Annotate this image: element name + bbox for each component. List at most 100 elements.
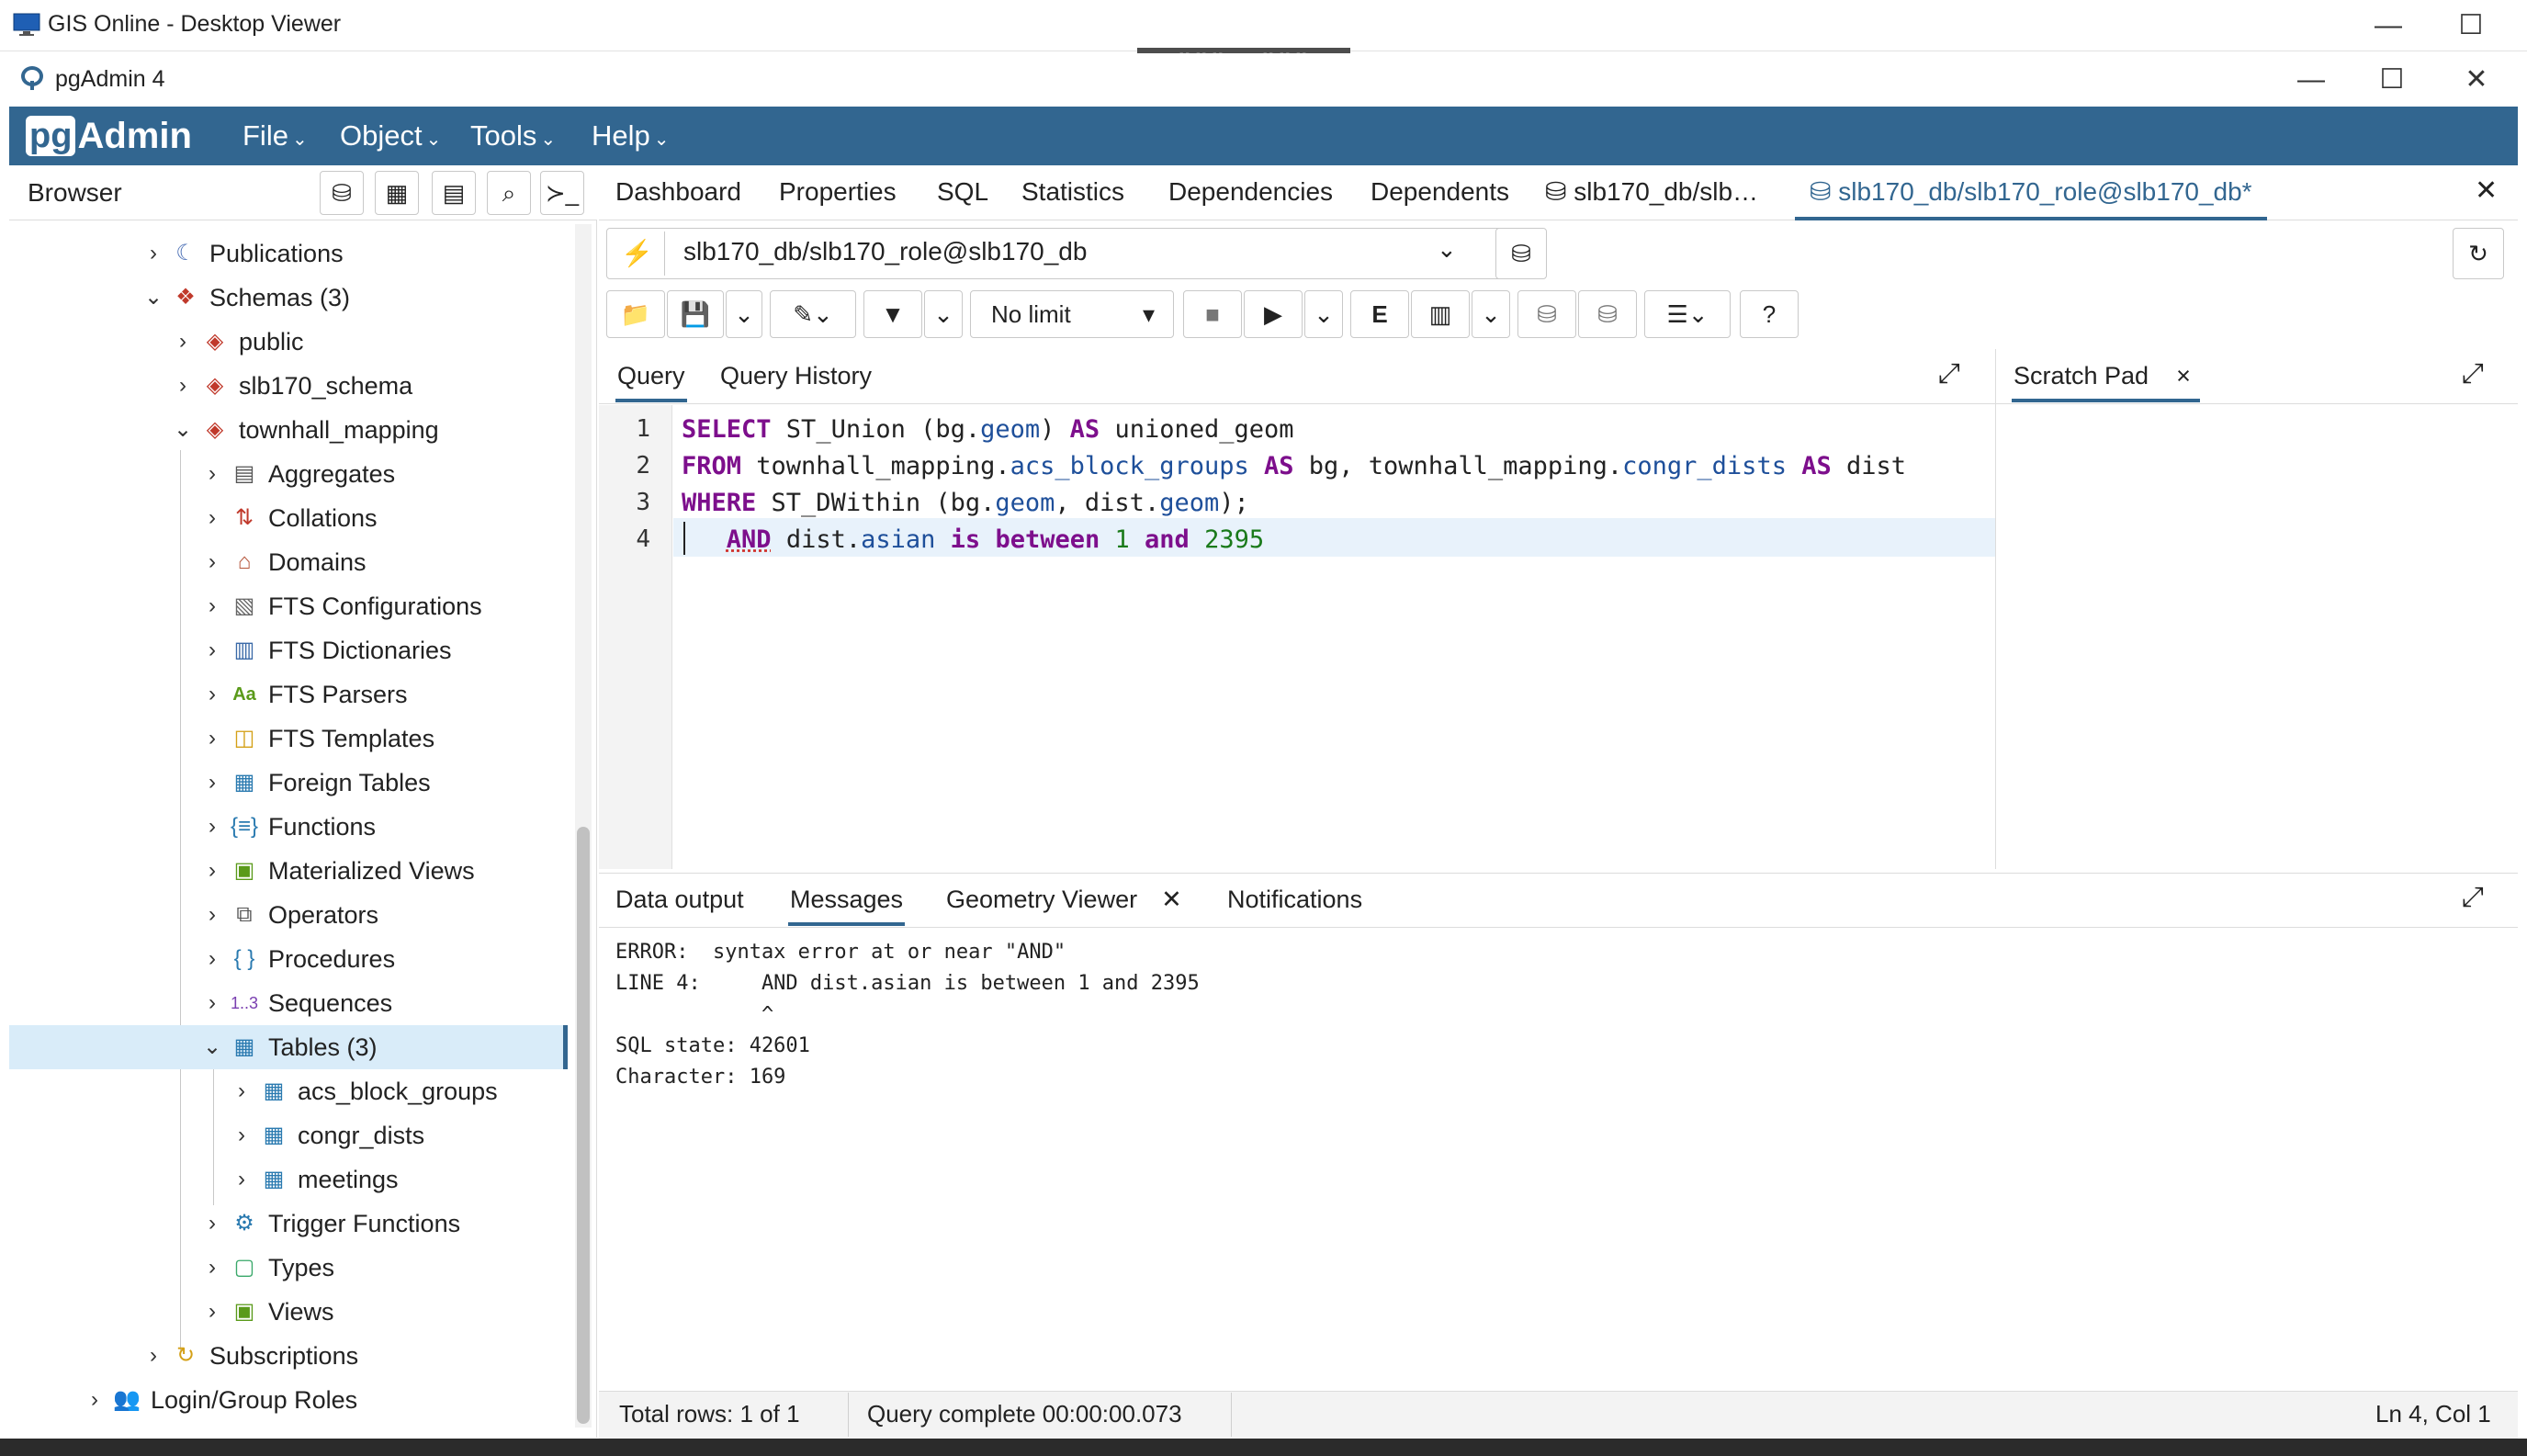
tab-properties[interactable]: Properties [779,165,897,220]
tree-item-login-group-roles[interactable]: › 👥 Login/Group Roles [79,1378,570,1422]
search-icon[interactable]: ⌕ [487,171,531,215]
tab-data-output[interactable]: Data output [615,876,744,926]
tab-statistics[interactable]: Statistics [1021,165,1124,220]
table-filter-icon[interactable]: ▤ [432,171,476,215]
tree-item-acs-block-groups[interactable]: › ▦ acs_block_groups [226,1069,570,1113]
browser-scrollbar-thumb[interactable] [577,827,590,1424]
tab-geometry-viewer[interactable]: Geometry Viewer ✕ [946,876,1182,926]
tree-item-foreign-tables[interactable]: › ▦ Foreign Tables [197,761,570,805]
tab-messages[interactable]: Messages [788,876,906,926]
help-icon[interactable]: ? [1740,290,1799,338]
tree-item-procedures[interactable]: ›{ } Procedures [197,937,570,981]
pgadmin-close-button[interactable]: ✕ [2440,53,2513,107]
close-tab-icon[interactable]: ✕ [2475,175,2498,207]
new-connection-icon[interactable]: ⛁ [1495,228,1547,279]
tree-item-schemas[interactable]: ⌄ ❖ Schemas (3) [138,276,570,320]
pgadmin-minimize-button[interactable]: — [2274,53,2348,107]
tree-item-fts-templates[interactable]: › ◫ FTS Templates [197,717,570,761]
tree-item-functions[interactable]: › {≡} Functions [197,805,570,849]
pgadmin-maximize-button[interactable]: ☐ [2355,53,2429,107]
connection-status-icon[interactable]: ⚡ [610,231,665,276]
save-icon[interactable]: 💾 [667,290,724,338]
tree-guide-line [180,450,181,1350]
tree-item-views[interactable]: › ▣ Views [197,1290,570,1334]
tab-dependencies[interactable]: Dependencies [1168,165,1333,220]
tree-item-fts-parsers[interactable]: › Aa FTS Parsers [197,672,570,717]
tables-icon: ▦ [233,1034,255,1059]
tree-item-operators[interactable]: › ⧉ Operators [197,893,570,937]
table-icon: ▦ [263,1167,285,1191]
tree-item-congr-dists[interactable]: › ▦ congr_dists [226,1113,570,1157]
row-limit-select[interactable]: No limit ▾ [970,290,1174,338]
macros-icon[interactable]: ☰⌄ [1644,290,1731,338]
scratch-pad-panel[interactable] [1995,349,2518,869]
tree-item-fts-dictionaries[interactable]: › ▥ FTS Dictionaries [197,628,570,672]
tree-item-aggregates[interactable]: › ▤ Aggregates [197,452,570,496]
tree-item-publications[interactable]: › ☾ Publications [138,231,570,276]
tree-item-materialized-views[interactable]: › ▣ Materialized Views [197,849,570,893]
chevron-down-icon[interactable]: ⌄ [1304,290,1343,338]
menu-object[interactable]: Object ⌄ [340,118,441,154]
tree-item-fts-configurations[interactable]: › ▧ FTS Configurations [197,584,570,628]
tree-item-sequences[interactable]: › 1..3 Sequences [197,981,570,1025]
tree-item-collations[interactable]: › ⇅ Collations [197,496,570,540]
close-icon[interactable]: × [2176,362,2191,389]
tree-item-subscriptions[interactable]: › ↻ Subscriptions [138,1334,570,1378]
line-number: 1 [636,415,650,443]
elephant-icon [21,66,43,90]
chevron-down-icon[interactable]: ⌄ [726,290,762,338]
table-grid-icon[interactable]: ▦ [375,171,419,215]
message-line: ^ [615,1003,774,1026]
tab-query-tool-1[interactable]: ⛁ slb170_db/slb… [1545,165,1758,220]
expand-icon[interactable]: ⤢ [2462,358,2484,389]
explain-analyze-icon[interactable]: ▥ [1411,290,1470,338]
message-line: Character: 169 [615,1066,786,1089]
tree-item-meetings[interactable]: › ▦ meetings [226,1157,570,1202]
tab-dashboard[interactable]: Dashboard [615,165,741,220]
table-icon: ▦ [263,1123,285,1147]
tree-item-tables[interactable]: ⌄ ▦ Tables (3) [9,1025,568,1069]
fts-template-icon: ◫ [233,726,255,751]
expand-icon[interactable]: ⤢ [2462,882,2484,913]
schema-icon: ◈ [206,329,224,354]
tab-notifications[interactable]: Notifications [1227,876,1362,926]
tab-sql[interactable]: SQL [937,165,988,220]
code-line-2: FROM townhall_mapping.acs_block_groups A… [682,452,1907,480]
rollback-icon[interactable]: ⛁ [1578,290,1637,338]
tab-query-tool-active[interactable]: ⛁ slb170_db/slb170_role@slb170_db* [1795,165,2267,220]
menu-help[interactable]: Help ⌄ [592,118,670,154]
edit-pencil-icon[interactable]: ✎⌄ [770,290,856,338]
terminal-icon[interactable]: ≻_ [540,171,584,215]
execute-icon[interactable]: ▶ [1244,290,1303,338]
line-number: 2 [636,452,650,480]
tab-query[interactable]: Query [615,353,687,402]
chevron-down-icon: ▾ [1142,300,1155,328]
tree-item-public[interactable]: › ◈ public [167,320,570,364]
chevron-down-icon[interactable]: ⌄ [1437,235,1457,264]
tree-item-slb170-schema[interactable]: › ◈ slb170_schema [167,364,570,408]
tree-item-domains[interactable]: › ⌂ Domains [197,540,570,584]
tree-item-types[interactable]: › ▢ Types [197,1246,570,1290]
tab-scratch-pad[interactable]: Scratch Pad × [2012,353,2200,402]
menu-file[interactable]: File ⌄ [243,118,308,154]
expand-icon[interactable]: ⤢ [1938,358,1960,389]
commit-icon[interactable]: ⛁ [1517,290,1576,338]
explain-icon[interactable]: E [1350,290,1409,338]
close-icon[interactable]: ✕ [1161,886,1182,913]
open-file-icon[interactable]: 📁 [606,290,665,338]
database-icon[interactable]: ⛁ [320,171,364,215]
tab-query-history[interactable]: Query History [720,353,872,402]
chevron-down-icon[interactable]: ⌄ [924,290,963,338]
menu-tools[interactable]: Tools ⌄ [470,118,556,154]
outer-minimize-button[interactable]: — [2352,0,2425,51]
text-cursor [683,522,685,555]
outer-maximize-button[interactable]: ☐ [2434,0,2508,51]
chevron-down-icon[interactable]: ⌄ [1472,290,1510,338]
foreign-table-icon: ▦ [233,770,255,795]
tab-dependents[interactable]: Dependents [1371,165,1509,220]
tree-item-townhall-mapping[interactable]: ⌄ ◈ townhall_mapping [167,408,570,452]
stop-icon[interactable]: ■ [1183,290,1242,338]
filter-icon[interactable]: ▼ [863,290,922,338]
refresh-icon[interactable]: ↻ [2453,228,2504,279]
tree-item-trigger-functions[interactable]: › ⚙ Trigger Functions [197,1202,570,1246]
